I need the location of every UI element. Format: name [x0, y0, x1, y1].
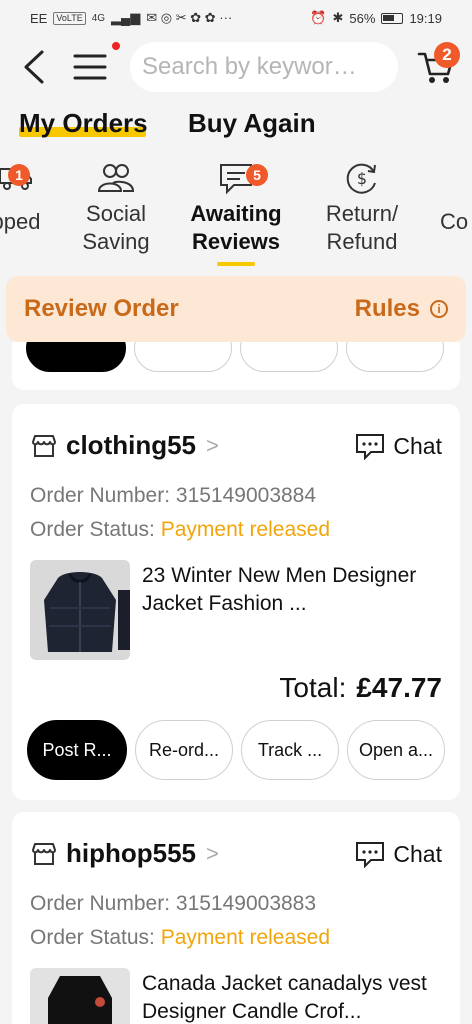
- category-label: Return/ Refund: [325, 201, 399, 254]
- reorder-button[interactable]: Re-ord...: [135, 720, 233, 780]
- notification-icons: ✉ ◎ ✂ ✿ ✿ ···: [146, 10, 233, 25]
- store-link[interactable]: hiphop555 >: [30, 838, 219, 869]
- category-completed[interactable]: Co: [440, 158, 472, 236]
- volte-badge: VoLTE: [53, 11, 86, 25]
- open-dispute-button[interactable]: Open a...: [347, 720, 445, 780]
- alarm-icon: ⏰: [310, 10, 327, 25]
- clock: 19:19: [409, 10, 442, 26]
- chevron-right-icon: >: [206, 432, 219, 458]
- order-number-row: Order Number: 315149003883: [30, 892, 316, 916]
- review-order-banner: Review Order Rules i: [6, 276, 466, 342]
- category-label: Social Saving: [82, 201, 150, 254]
- store-link[interactable]: clothing55 >: [30, 430, 219, 461]
- hamburger-icon: [73, 54, 107, 80]
- order-status-value: Payment released: [160, 518, 330, 541]
- order-status-row: Order Status: Payment released: [30, 518, 330, 542]
- order-number-label: Order Number:: [30, 892, 171, 915]
- tab-buy-again[interactable]: Buy Again: [188, 108, 316, 139]
- network-label: 4G: [91, 12, 106, 24]
- search-input[interactable]: Search by keywor…: [130, 42, 398, 92]
- chat-button[interactable]: Chat: [355, 840, 442, 868]
- status-bar: EE VoLTE 4G ▂▄▆ ✉ ◎ ✂ ✿ ✿ ··· ⏰ ✱ 56% 19…: [0, 0, 472, 36]
- order-status-label: Order Status:: [30, 518, 155, 541]
- battery-percent: 56%: [349, 10, 376, 26]
- chat-label: Chat: [393, 432, 442, 459]
- rules-link[interactable]: Rules i: [355, 295, 448, 323]
- category-label: Awaiting Reviews: [190, 201, 282, 254]
- order-number-label: Order Number:: [30, 484, 171, 507]
- chat-icon: [356, 842, 385, 868]
- shipped-count-badge: 1: [8, 164, 30, 186]
- carrier-label: EE: [30, 10, 48, 26]
- vest-image: [30, 968, 130, 1024]
- cart-count-badge: 2: [434, 42, 460, 68]
- order-card: clothing55 > Chat Order Number: 31514900…: [12, 404, 460, 800]
- active-category-indicator: [217, 262, 255, 266]
- partial-button[interactable]: [134, 342, 232, 372]
- order-number: 315149003883: [175, 892, 317, 915]
- store-icon: [32, 434, 56, 457]
- total-amount: £47.77: [356, 672, 442, 703]
- top-header: Search by keywor…: [0, 36, 472, 100]
- category-return-refund[interactable]: $ Return/ Refund: [310, 158, 414, 256]
- back-button[interactable]: [16, 48, 50, 86]
- chat-button[interactable]: Chat: [355, 432, 442, 460]
- banner-title: Review Order: [24, 295, 179, 322]
- store-name: clothing55: [66, 430, 197, 460]
- partial-button[interactable]: [240, 342, 338, 372]
- order-total: Total: £47.77: [279, 672, 442, 704]
- order-status-categories: 1 pped Social Saving 5 Awaiting Reviews …: [0, 158, 472, 268]
- category-label: Co: [440, 209, 469, 234]
- back-arrow-icon: [24, 50, 44, 84]
- category-awaiting-reviews[interactable]: 5 Awaiting Reviews: [184, 158, 288, 256]
- order-actions: Post R... Re-ord... Track ... Open a...: [27, 720, 445, 780]
- signal-icon: ▂▄▆: [111, 10, 141, 25]
- category-label: pped: [0, 209, 41, 234]
- partial-primary-button[interactable]: [26, 342, 126, 372]
- product-title[interactable]: 23 Winter New Men Designer Jacket Fashio…: [142, 562, 442, 618]
- product-thumbnail[interactable]: [30, 968, 130, 1024]
- order-tabs: My Orders Buy Again: [0, 104, 472, 148]
- track-button[interactable]: Track ...: [241, 720, 339, 780]
- previous-order-card-partial: [12, 342, 460, 390]
- menu-button[interactable]: [70, 48, 110, 86]
- svg-text:$: $: [357, 169, 367, 188]
- info-icon: i: [430, 300, 448, 318]
- search-placeholder: Search by keywor…: [142, 53, 357, 80]
- partial-button[interactable]: [346, 342, 444, 372]
- people-icon: [97, 164, 135, 192]
- order-status-label: Order Status:: [30, 926, 155, 949]
- jacket-image: [30, 560, 130, 660]
- category-social-saving[interactable]: Social Saving: [70, 158, 162, 256]
- bluetooth-icon: ✱: [332, 10, 344, 25]
- store-icon: [32, 842, 56, 865]
- chat-label: Chat: [393, 840, 442, 867]
- store-name: hiphop555: [66, 838, 197, 868]
- category-shipped[interactable]: 1 pped: [0, 158, 46, 236]
- post-review-button[interactable]: Post R...: [27, 720, 127, 780]
- order-number: 315149003884: [175, 484, 317, 507]
- battery-icon: [381, 12, 404, 24]
- awaiting-reviews-count-badge: 5: [246, 164, 268, 186]
- tab-my-orders[interactable]: My Orders: [19, 108, 148, 139]
- product-thumbnail[interactable]: [30, 560, 130, 660]
- chat-icon: [356, 434, 385, 460]
- order-card: hiphop555 > Chat Order Number: 315149003…: [12, 812, 460, 1024]
- refund-dollar-icon: $: [346, 163, 376, 194]
- order-status-value: Payment released: [160, 926, 330, 949]
- total-label: Total:: [279, 672, 347, 703]
- chevron-right-icon: >: [206, 840, 219, 866]
- product-title[interactable]: Canada Jacket canadalys vest Designer Ca…: [142, 970, 442, 1024]
- menu-notification-dot: [112, 42, 120, 50]
- order-status-row: Order Status: Payment released: [30, 926, 330, 950]
- order-number-row: Order Number: 315149003884: [30, 484, 316, 508]
- rules-label: Rules: [354, 295, 420, 322]
